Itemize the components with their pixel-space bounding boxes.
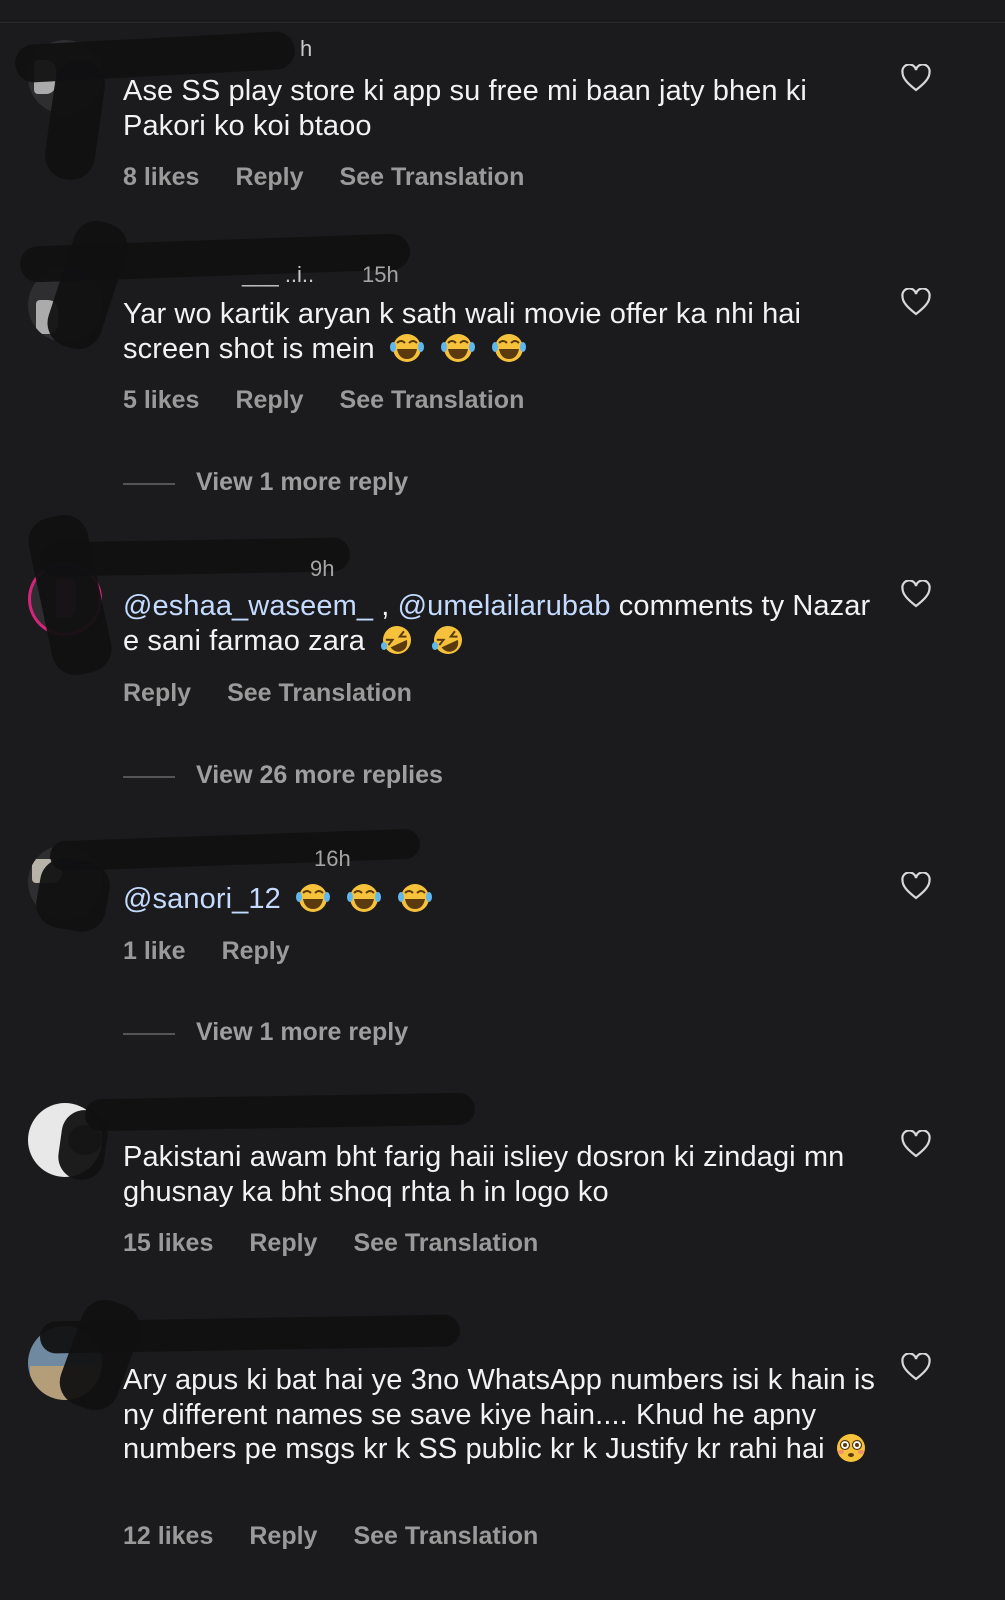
heart-icon[interactable] [901, 1353, 931, 1381]
comment-text: Pakistani awam bht farig haii isliey dos… [123, 1141, 845, 1208]
comment-meta: 1 like Reply [123, 937, 326, 966]
reply-button[interactable]: Reply [235, 163, 303, 191]
view-more-label: View 1 more reply [196, 468, 409, 496]
top-divider [0, 22, 1005, 23]
reply-button[interactable]: Reply [123, 679, 191, 707]
emoji-group [379, 625, 473, 657]
username[interactable]: ___ ..i.. 15h [124, 262, 399, 288]
view-more-line [123, 1033, 175, 1035]
timestamp: 16h [314, 846, 351, 871]
see-translation-button[interactable]: See Translation [340, 163, 525, 191]
see-translation-button[interactable]: See Translation [353, 1229, 538, 1257]
comment-text: @eshaa_waseem_ , @umelailarubab comments… [123, 590, 871, 657]
comment-meta: 8 likes Reply See Translation [123, 163, 560, 192]
comment-meta: Reply See Translation [123, 679, 448, 708]
timestamp: 15h [362, 262, 399, 287]
see-translation-button[interactable]: See Translation [340, 386, 525, 414]
emoji-group [295, 883, 440, 915]
view-more-label: View 1 more reply [196, 1018, 409, 1046]
tears-of-joy-emoji [398, 884, 433, 912]
reply-button[interactable]: Reply [222, 937, 290, 965]
redaction-scribble [84, 1092, 476, 1132]
reply-button[interactable]: Reply [249, 1522, 317, 1550]
tears-of-joy-emoji [295, 884, 330, 912]
timestamp: 9h [310, 556, 335, 581]
comment-meta: 15 likes Reply See Translation [123, 1229, 574, 1258]
comments-screen: h Ase SS play store ki app su free mi ba… [0, 0, 1005, 1600]
comment-text: Ase SS play store ki app su free mi baan… [123, 75, 807, 142]
view-more-line [123, 483, 175, 485]
rolling-laughing-emoji [381, 625, 412, 654]
likes-count[interactable]: 12 likes [123, 1522, 213, 1550]
tears-of-joy-emoji [492, 333, 527, 362]
likes-count[interactable]: 1 like [123, 937, 186, 965]
likes-count[interactable]: 15 likes [123, 1229, 213, 1257]
reply-button[interactable]: Reply [249, 1229, 317, 1257]
heart-icon[interactable] [901, 872, 931, 900]
rolling-laughing-emoji [432, 625, 463, 654]
view-more-label: View 26 more replies [196, 761, 443, 789]
comment-meta: 5 likes Reply See Translation [123, 386, 560, 415]
flushed-face-emoji [836, 1434, 865, 1462]
username-text: h [300, 36, 313, 61]
tears-of-joy-emoji [347, 884, 382, 912]
username[interactable]: h [300, 36, 312, 62]
view-more-line [123, 776, 175, 778]
heart-icon[interactable] [901, 288, 931, 316]
reply-button[interactable]: Reply [235, 386, 303, 414]
tears-of-joy-emoji [389, 333, 424, 362]
mention-link[interactable]: @umelailarubab [398, 590, 611, 622]
see-translation-button[interactable]: See Translation [227, 679, 412, 707]
heart-icon[interactable] [901, 64, 931, 92]
tears-of-joy-emoji [441, 333, 476, 362]
emoji-group [389, 333, 534, 365]
heart-icon[interactable] [901, 580, 931, 608]
mention-link[interactable]: @sanori_12 [123, 883, 281, 915]
likes-count[interactable]: 8 likes [123, 163, 199, 191]
comment-text: Ary apus ki bat hai ye 3no WhatsApp numb… [123, 1364, 876, 1465]
redaction-scribble [49, 828, 421, 872]
comment-meta: 12 likes Reply See Translation [123, 1522, 574, 1551]
heart-icon[interactable] [901, 1130, 931, 1158]
likes-count[interactable]: 5 likes [123, 386, 199, 414]
comment-text: Yar wo kartik aryan k sath wali movie of… [123, 298, 802, 365]
see-translation-button[interactable]: See Translation [353, 1522, 538, 1550]
username-text: ___ ..i.. [242, 262, 315, 287]
mention-link[interactable]: @eshaa_waseem_ [123, 590, 373, 622]
comment-text: @sanori_12 [123, 882, 883, 917]
